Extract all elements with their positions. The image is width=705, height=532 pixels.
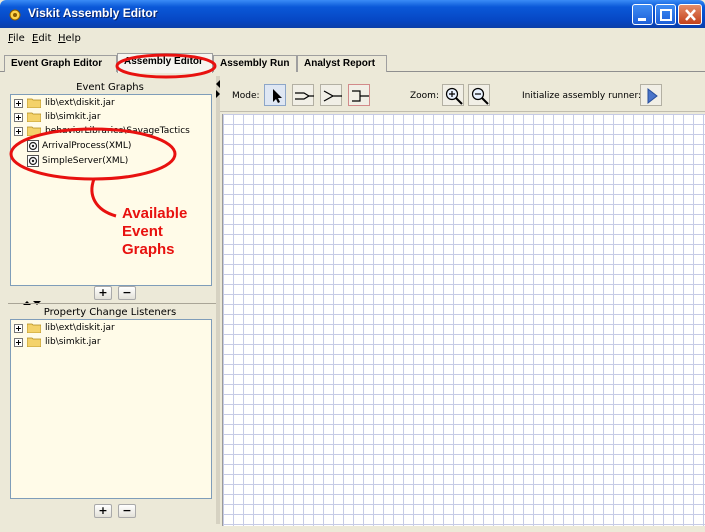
add-event-graph-button[interactable]: + [94,286,112,300]
tree-node-savage-tactics[interactable]: behaviorLibraries\SavageTactics [14,125,210,137]
expand-icon[interactable] [14,99,23,108]
tab-assembly-editor[interactable]: Assembly Editor [117,53,213,73]
folder-icon [27,323,41,333]
tree-node-simkit-jar[interactable]: lib\simkit.jar [14,111,210,123]
tree-node-arrival-process[interactable]: ArrivalProcess(XML) [14,140,210,152]
tree-node-simkit-jar[interactable]: lib\simkit.jar [14,336,210,348]
tree-node-diskit-jar[interactable]: lib\ext\diskit.jar [14,322,210,334]
tree-node-label: lib\ext\diskit.jar [45,98,115,108]
window-title: Viskit Assembly Editor [28,6,158,20]
zoom-in-button[interactable] [442,84,464,106]
zoom-out-icon [471,87,489,105]
menu-help-label: elp [65,33,81,44]
annotation-line: Event [122,223,163,240]
initialize-runner-button[interactable] [640,84,662,106]
sim-event-listener-mode-button[interactable] [320,84,342,106]
menu-file-label: ile [13,33,25,44]
tree-node-label: behaviorLibraries\SavageTactics [45,126,190,136]
tree-node-diskit-jar[interactable]: lib\ext\diskit.jar [14,97,210,109]
adapter-mode-button[interactable] [292,84,314,106]
minimize-button[interactable] [632,4,653,25]
zoom-in-icon [445,87,463,105]
folder-icon [27,337,41,347]
tree-node-simple-server[interactable]: SimpleServer(XML) [14,155,210,167]
menu-file[interactable]: File [8,33,25,44]
expand-icon[interactable] [14,113,23,122]
minimize-icon [638,18,646,21]
folder-icon [27,126,41,136]
expand-icon[interactable] [14,324,23,333]
tab-assembly-run[interactable]: Assembly Run [213,55,297,72]
tab-strip: Event Graph Editor Assembly Editor Assem… [0,50,705,73]
annotation-line: Graphs [122,241,175,258]
title-bar: Viskit Assembly Editor [0,0,705,28]
adapter-mode-icon [295,92,314,100]
event-graph-icon [27,155,39,167]
tree-node-label: lib\simkit.jar [45,112,101,122]
tab-assembly-run-label: Assembly Run [220,58,290,69]
mode-label: Mode: [232,91,260,101]
close-icon [685,9,696,21]
assembly-toolbar: Mode: Zoom: Initialize assembly runner: [220,78,705,112]
tab-analyst-report-label: Analyst Report [304,58,376,69]
property-change-listener-mode-button[interactable] [348,84,370,106]
menu-help-mnemonic: H [58,33,66,44]
tab-event-graph-editor[interactable]: Event Graph Editor [4,55,117,72]
assembly-canvas[interactable] [222,114,705,526]
horizontal-divider[interactable] [8,303,216,304]
maximize-icon [660,9,672,21]
annotation-label: Available Event Graphs [122,205,187,259]
menu-edit[interactable]: Edit [32,33,51,44]
tree-node-label: lib\simkit.jar [45,337,101,347]
expand-icon[interactable] [14,338,23,347]
select-mode-icon [273,89,282,103]
play-icon [647,87,658,105]
annotation-line: Available [122,205,188,222]
zoom-label: Zoom: [410,91,439,101]
folder-icon [27,98,41,108]
remove-listener-button[interactable]: − [118,504,136,518]
folder-icon [27,112,41,122]
menu-bar: File Edit Help [0,28,705,50]
tree-node-label: lib\ext\diskit.jar [45,323,115,333]
tab-assembly-editor-label: Assembly Editor [124,56,203,67]
event-graph-icon [27,140,39,152]
tab-analyst-report[interactable]: Analyst Report [297,55,387,72]
tab-event-graph-editor-label: Event Graph Editor [11,58,103,69]
vertical-divider[interactable] [216,76,220,524]
select-mode-button[interactable] [264,84,286,106]
close-button[interactable] [678,4,702,25]
property-change-listener-mode-icon [352,90,369,102]
initialize-runner-label: Initialize assembly runner: [522,91,642,101]
event-graphs-title: Event Graphs [76,82,144,93]
remove-event-graph-button[interactable]: − [118,286,136,300]
menu-edit-label: dit [38,33,52,44]
menu-help[interactable]: Help [58,33,81,44]
maximize-button[interactable] [655,4,676,25]
tree-node-label: SimpleServer(XML) [42,156,129,166]
left-pane: Event Graphs lib\ext\diskit.jar lib\simk… [4,76,216,524]
zoom-out-button[interactable] [468,84,490,106]
property-change-listeners-title: Property Change Listeners [43,307,177,318]
sim-event-listener-mode-icon [323,90,342,102]
add-listener-button[interactable]: + [94,504,112,518]
expand-icon[interactable] [14,127,23,136]
property-change-listeners-tree[interactable]: lib\ext\diskit.jar lib\simkit.jar [10,319,212,499]
viskit-app-icon [9,9,21,21]
tree-node-label: ArrivalProcess(XML) [42,141,132,151]
